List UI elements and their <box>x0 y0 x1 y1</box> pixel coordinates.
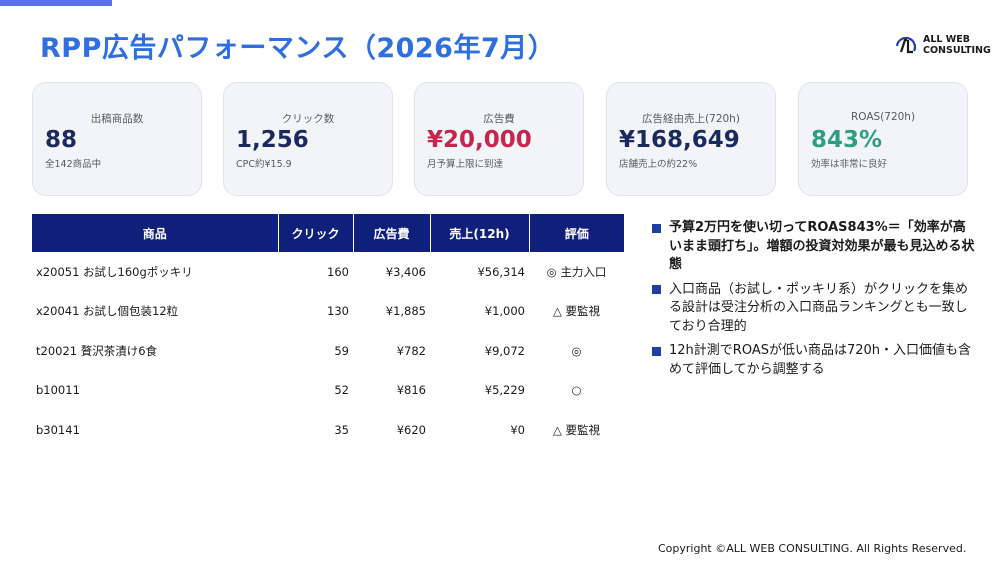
square-bullet-icon <box>652 285 661 294</box>
kpi-value: ¥20,000 <box>427 127 532 153</box>
cell-product: b10011 <box>36 383 80 398</box>
cell-sales: ¥0 <box>510 422 525 437</box>
cell-sales: ¥56,314 <box>477 264 525 279</box>
table-row: t20021 贅沢茶漬け6食 59 ¥782 ¥9,072 ◎ <box>32 331 624 371</box>
note-text: 予算2万円を使い切ってROAS843%＝「効率が高いまま頭打ち」。増額の投資対効… <box>669 220 975 272</box>
table-header-row: 商品 クリック 広告費 売上(12h) 評価 <box>32 214 624 252</box>
kpi-card-clicks: クリック数 1,256 CPC約¥15.9 <box>223 82 393 196</box>
kpi-note: 店舗売上の約22% <box>619 159 698 170</box>
table-row: x20041 お試し個包装12粒 130 ¥1,885 ¥1,000 △ 要監視 <box>32 292 624 332</box>
note-item: 12h計測でROASが低い商品は720h・入口価値も含めて評価してから調整する <box>652 342 977 379</box>
cell-rating: △ 要監視 <box>553 422 600 437</box>
square-bullet-icon <box>652 223 661 233</box>
cell-clicks: 130 <box>327 304 349 319</box>
note-text: 入口商品（お試し・ポッキリ系）がクリックを集める設計は受注分析の入口商品ランキン… <box>669 281 969 334</box>
cell-rating: △ 要監視 <box>553 304 600 319</box>
cell-sales: ¥1,000 <box>484 304 525 319</box>
table-row: b30141 35 ¥620 ¥0 △ 要監視 <box>32 410 624 450</box>
note-item: 予算2万円を使い切ってROAS843%＝「効率が高いまま頭打ち」。増額の投資対効… <box>652 219 977 275</box>
note-item: 入口商品（お試し・ポッキリ系）がクリックを集める設計は受注分析の入口商品ランキン… <box>652 281 977 337</box>
cell-rating: ◎ 主力入口 <box>546 264 607 279</box>
kpi-label: ROAS(720h) <box>850 111 916 123</box>
kpi-note: CPC約¥15.9 <box>236 159 292 170</box>
kpi-value: 843% <box>811 127 883 153</box>
col-header-product: 商品 <box>32 214 279 252</box>
logo-wordmark: ALL WEB CONSULTING <box>923 34 991 56</box>
kpi-cards: 出稿商品数 88 全142商品中 クリック数 1,256 CPC約¥15.9 広… <box>32 82 972 196</box>
kpi-label: 出稿商品数 <box>90 113 144 125</box>
copyright-footer: Copyright ©ALL WEB CONSULTING. All Right… <box>658 542 967 555</box>
kpi-card-ad-sales: 広告経由売上(720h) ¥168,649 店舗売上の約22% <box>606 82 776 196</box>
cell-clicks: 160 <box>327 264 349 279</box>
cell-clicks: 59 <box>334 343 349 358</box>
logo-line-2: CONSULTING <box>923 45 991 56</box>
cell-sales: ¥5,229 <box>484 383 525 398</box>
kpi-value: 88 <box>45 127 78 153</box>
insight-notes: 予算2万円を使い切ってROAS843%＝「効率が高いまま頭打ち」。増額の投資対効… <box>652 219 977 385</box>
kpi-label: 広告費 <box>483 113 515 125</box>
cell-clicks: 35 <box>334 422 349 437</box>
col-header-cost: 広告費 <box>353 214 431 252</box>
cell-cost: ¥3,406 <box>385 264 426 279</box>
cell-product: x20051 お試し160gポッキリ <box>36 264 193 279</box>
kpi-label: クリック数 <box>281 113 335 125</box>
cell-product: t20021 贅沢茶漬け6食 <box>36 343 158 358</box>
kpi-label: 広告経由売上(720h) <box>642 113 740 125</box>
cell-rating: ◎ <box>571 343 582 358</box>
cell-cost: ¥620 <box>396 422 426 437</box>
cell-sales: ¥9,072 <box>484 343 525 358</box>
col-header-sales: 売上(12h) <box>430 214 530 252</box>
product-performance-table: 商品 クリック 広告費 売上(12h) 評価 x20051 お試し160gポッキ… <box>32 214 624 450</box>
col-header-rating: 評価 <box>529 214 624 252</box>
note-text: 12h計測でROASが低い商品は720h・入口価値も含めて評価してから調整する <box>669 343 972 377</box>
cell-cost: ¥782 <box>396 343 426 358</box>
kpi-card-listed-products: 出稿商品数 88 全142商品中 <box>32 82 202 196</box>
kpi-value: 1,256 <box>236 127 309 153</box>
page-title: RPP広告パフォーマンス（2026年7月） <box>40 33 556 64</box>
company-logo: ALL WEB CONSULTING <box>893 30 991 60</box>
kpi-note: 月予算上限に到達 <box>427 159 504 170</box>
kpi-value: ¥168,649 <box>619 127 740 153</box>
square-bullet-icon <box>652 346 661 356</box>
cell-cost: ¥1,885 <box>385 304 426 319</box>
table-row: x20051 お試し160gポッキリ 160 ¥3,406 ¥56,314 ◎ … <box>32 252 624 292</box>
cell-clicks: 52 <box>334 383 349 398</box>
table-row: b10011 52 ¥816 ¥5,229 ○ <box>32 371 624 411</box>
col-header-clicks: クリック <box>278 214 354 252</box>
logo-icon <box>895 36 917 54</box>
top-accent-bar <box>0 0 112 6</box>
cell-product: x20041 お試し個包装12粒 <box>36 304 179 319</box>
kpi-note: 全142商品中 <box>45 159 102 170</box>
cell-cost: ¥816 <box>396 383 426 398</box>
kpi-card-ad-cost: 広告費 ¥20,000 月予算上限に到達 <box>414 82 584 196</box>
kpi-card-roas: ROAS(720h) 843% 効率は非常に良好 <box>798 82 968 196</box>
kpi-note: 効率は非常に良好 <box>811 159 888 170</box>
cell-product: b30141 <box>36 422 80 437</box>
cell-rating: ○ <box>571 383 582 398</box>
logo-line-1: ALL WEB <box>923 34 970 45</box>
